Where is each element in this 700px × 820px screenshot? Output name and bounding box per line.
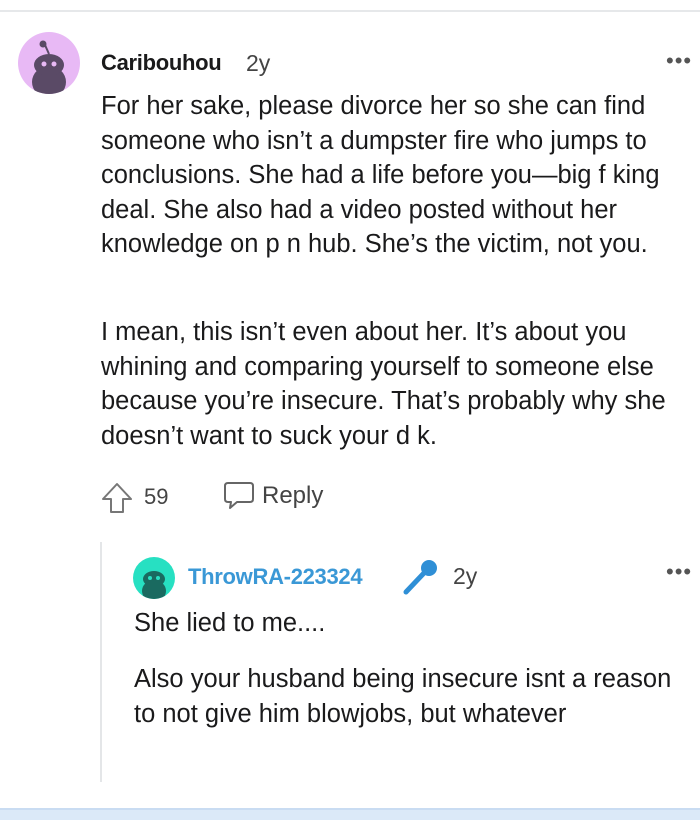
comment-paragraph: I mean, this isn’t even about her. It’s … [101,318,666,450]
upvote-button[interactable] [100,481,134,520]
upvote-arrow-icon [102,483,132,513]
reply-avatar[interactable] [133,557,175,599]
reply-age: 2y [453,563,478,589]
reply-label: Reply [262,482,324,509]
chat-bubble-icon [224,482,254,509]
top-divider [0,10,700,12]
snoo-avatar-icon [142,571,166,599]
bottom-bar [0,808,700,820]
reply-paragraph: She lied to me.... [134,609,326,637]
comment-age: 2y [246,50,271,76]
comment-author[interactable]: Caribouhou [101,50,222,76]
microphone-icon [400,559,440,602]
more-options-icon[interactable]: ••• [666,559,692,585]
reply-paragraph: Also your husband being insecure isnt a … [134,665,672,728]
avatar[interactable] [18,32,80,94]
comment-paragraph: For her sake, please divorce her so she … [101,92,660,258]
vote-count: 59 [144,484,169,509]
reply-button[interactable]: Reply [222,480,323,512]
thread-line[interactable] [100,542,102,782]
snoo-avatar-icon [32,40,66,94]
reply-author[interactable]: ThrowRA-223324 [188,564,363,590]
more-options-icon[interactable]: ••• [666,48,692,74]
